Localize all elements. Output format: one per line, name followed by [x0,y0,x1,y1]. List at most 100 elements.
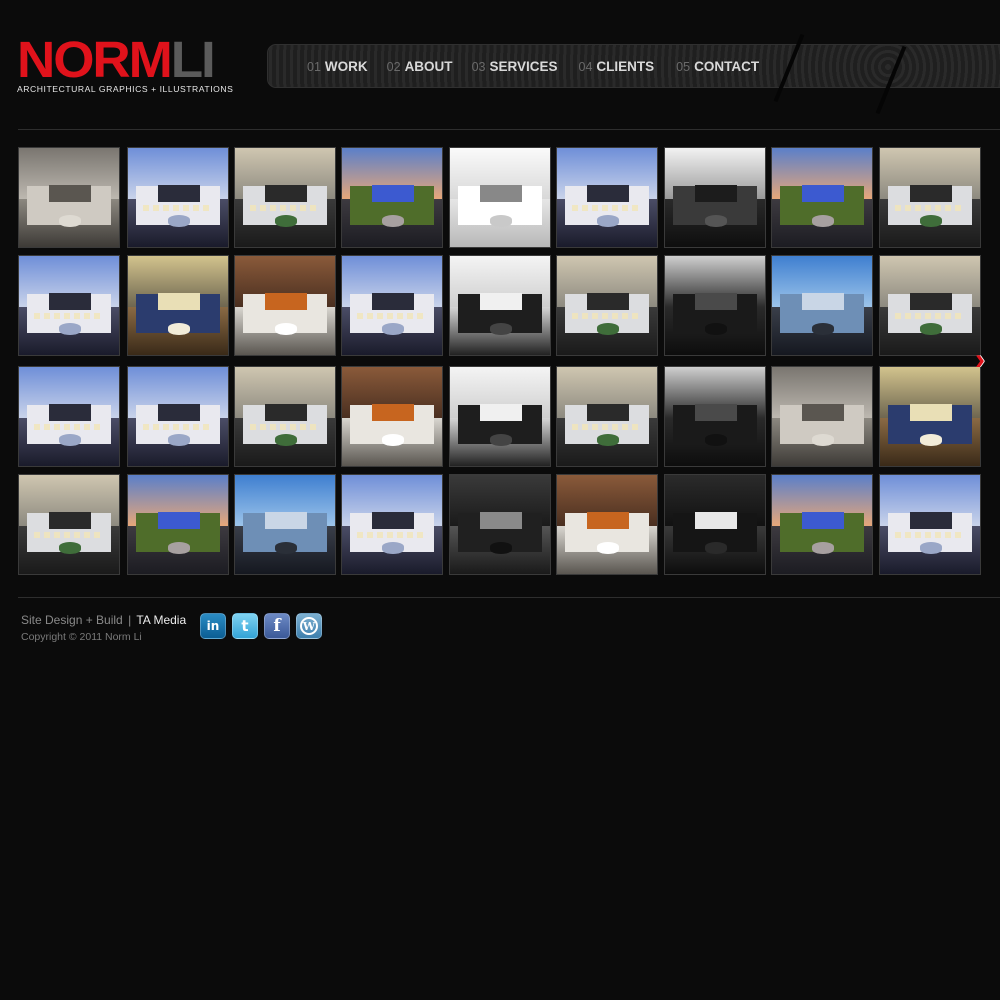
wordpress-icon[interactable]: W [296,613,322,639]
gallery-thumbnail-gallery-white[interactable] [449,255,551,356]
gallery-thumbnail-modern[interactable] [18,474,120,575]
gallery-thumbnail-towers[interactable] [771,255,873,356]
gallery-thumbnail-modern[interactable] [879,147,981,248]
nav-item-about[interactable]: 02 ABOUT [387,59,453,74]
nav-number: 03 [471,60,486,74]
nav-label: ABOUT [404,59,453,74]
gallery-thumbnail-bar[interactable] [664,474,766,575]
gallery-thumbnail-mansion[interactable] [127,147,229,248]
gallery-thumbnail-lounge[interactable] [234,255,336,356]
thumbnail-shape [920,542,942,555]
thumbnail-shape [158,184,200,203]
ta-media-link[interactable]: TA Media [136,613,186,627]
thumbnail-shape [275,215,297,228]
nav-number: 02 [386,60,401,74]
gallery-thumbnail-street[interactable] [127,474,229,575]
nav-item-services[interactable]: 03 SERVICES [472,59,558,74]
gallery-thumbnail-screen-wall[interactable] [664,366,766,467]
gallery-thumbnail-ceiling[interactable] [449,147,551,248]
thumbnail-shape [587,403,629,422]
thumbnail-shape [49,184,91,203]
gallery-thumbnail-mansion[interactable] [341,474,443,575]
thumbnail-shape [265,184,307,203]
nav-item-clients[interactable]: 04 CLIENTS [579,59,655,74]
thumbnail-shape [168,215,190,228]
thumbnail-shape [382,215,404,228]
thumbnail-shape [695,292,737,311]
thumbnail-shape [49,292,91,311]
gallery-thumbnail-gallery-white[interactable] [449,366,551,467]
gallery-thumbnail-lounge[interactable] [556,474,658,575]
thumbnail-shape [910,403,952,422]
thumbnail-shape [59,323,81,336]
thumbnail-shape [490,323,512,336]
thumbnail-shape [587,184,629,203]
gallery-thumbnail-lobby[interactable] [771,366,873,467]
gallery-thumbnail-mansion[interactable] [341,255,443,356]
thumbnail-shape [705,434,727,447]
gallery-thumbnail-dining[interactable] [127,255,229,356]
gallery-thumbnail-modern[interactable] [879,255,981,356]
gallery-thumbnail-modern[interactable] [556,255,658,356]
thumbnail-shape [59,215,81,228]
thumbnail-shape [265,403,307,422]
thumbnail-windows [357,532,427,539]
gallery-thumbnail-modern[interactable] [556,366,658,467]
gallery-thumbnail-dining[interactable] [879,366,981,467]
nav-item-work[interactable]: 01 WORK [307,59,368,74]
portfolio-gallery [18,147,1000,577]
thumbnail-shape [168,542,190,555]
gallery-thumbnail-ceiling-dark[interactable] [664,147,766,248]
gallery-thumbnail-lobby[interactable] [18,147,120,248]
thumbnail-shape [802,184,844,203]
facebook-icon[interactable]: f [264,613,290,639]
thumbnail-shape [372,403,414,422]
gallery-thumbnail-towers[interactable] [234,474,336,575]
thumbnail-shape [372,511,414,530]
thumbnail-shape [382,434,404,447]
thumbnail-windows [357,313,427,320]
gallery-thumbnail-mansion[interactable] [556,147,658,248]
gallery-thumbnail-mansion[interactable] [879,474,981,575]
thumbnail-shape [490,215,512,228]
thumbnail-windows [143,205,213,212]
thumbnail-shape [920,323,942,336]
thumbnail-shape [59,542,81,555]
thumbnail-shape [265,292,307,311]
thumbnail-shape [695,403,737,422]
thumbnail-shape [480,184,522,203]
thumbnail-shape [480,292,522,311]
thumbnail-shape [812,215,834,228]
gallery-thumbnail-restaurant[interactable] [449,474,551,575]
thumbnail-shape [168,323,190,336]
site-logo[interactable]: NORMLI ARCHITECTURAL GRAPHICS + ILLUSTRA… [17,34,247,94]
gallery-thumbnail-lounge[interactable] [341,366,443,467]
twitter-icon[interactable]: t [232,613,258,639]
thumbnail-shape [265,511,307,530]
thumbnail-shape [372,184,414,203]
gallery-thumbnail-street[interactable] [771,147,873,248]
gallery-thumbnail-modern[interactable] [234,147,336,248]
thumbnail-shape [597,434,619,447]
nav-item-contact[interactable]: 05 CONTACT [676,59,759,74]
linkedin-icon[interactable]: in [200,613,226,639]
gallery-thumbnail-mansion[interactable] [127,366,229,467]
gallery-thumbnail-modern[interactable] [234,366,336,467]
chevron-right-icon[interactable]: › [975,345,997,375]
gallery-thumbnail-mansion[interactable] [18,255,120,356]
thumbnail-shape [802,292,844,311]
gallery-thumbnail-screen-wall[interactable] [664,255,766,356]
thumbnail-shape [49,511,91,530]
thumbnail-shape [910,184,952,203]
thumbnail-shape [597,215,619,228]
credit-separator: | [128,613,132,627]
gallery-thumbnail-mansion[interactable] [18,366,120,467]
thumbnail-shape [49,403,91,422]
thumbnail-shape [275,542,297,555]
gallery-thumbnail-street[interactable] [341,147,443,248]
thumbnail-shape [812,542,834,555]
thumbnail-shape [920,434,942,447]
gallery-thumbnail-street[interactable] [771,474,873,575]
thumbnail-shape [920,215,942,228]
footer-divider [18,597,1000,598]
